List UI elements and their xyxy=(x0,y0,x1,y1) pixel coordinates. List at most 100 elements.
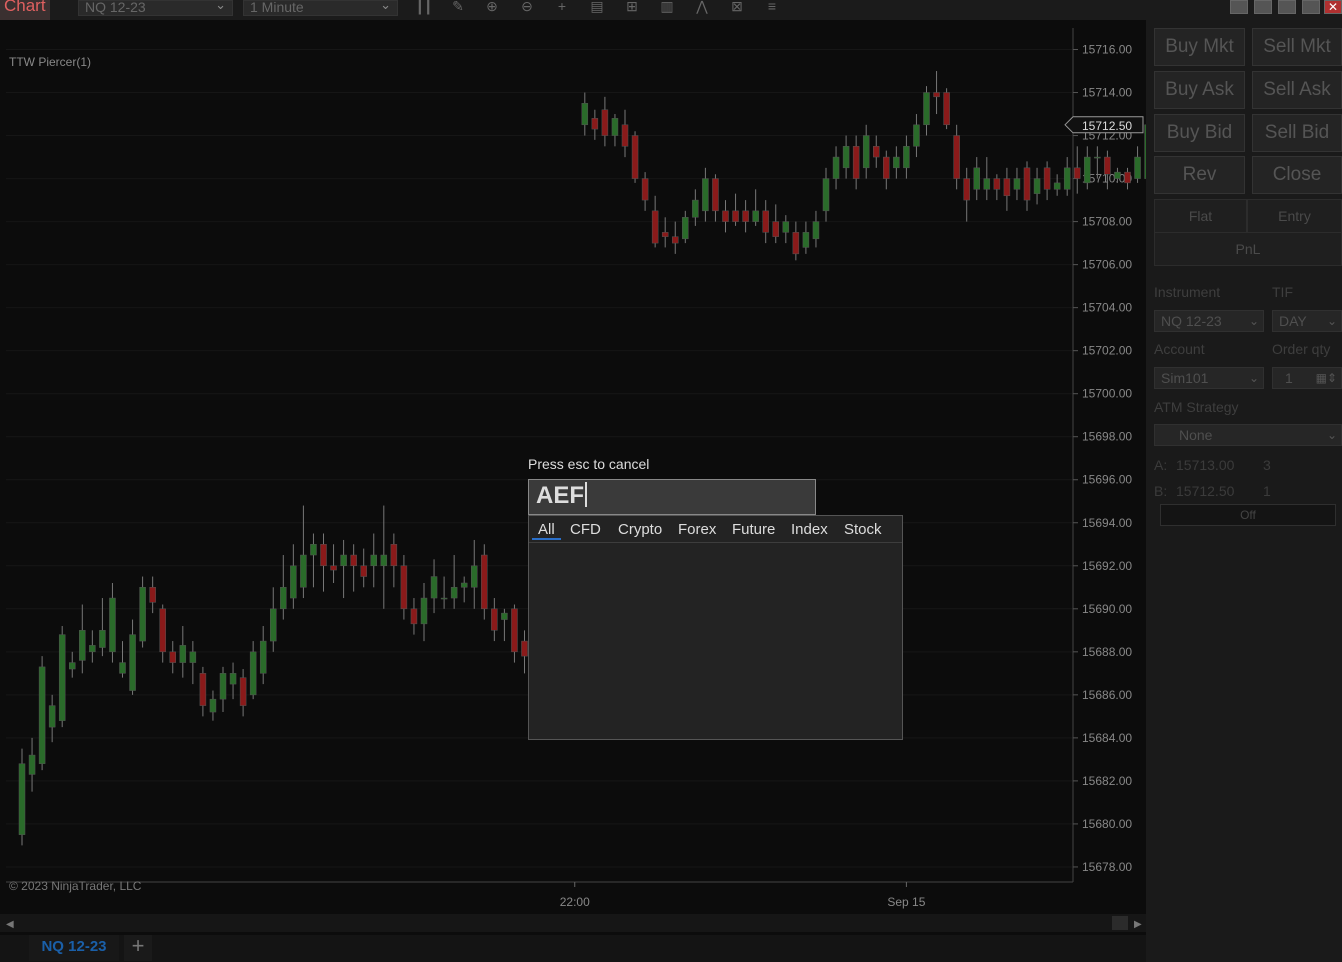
filter-tab-crypto[interactable]: Crypto xyxy=(618,521,662,538)
candle-up xyxy=(48,705,56,728)
candle-up xyxy=(139,587,146,642)
filter-tab-forex[interactable]: Forex xyxy=(678,521,716,538)
bid-label: B: xyxy=(1154,483,1168,499)
top-toolbar: Chart NQ 12-23 ⌄ 1 Minute ⌄ ┃┃ ✎ ⊕ ⊖ + ▤… xyxy=(0,0,1342,20)
candle-up xyxy=(189,651,197,663)
sell-mkt-button[interactable]: Sell Mkt xyxy=(1252,28,1342,66)
maximize-icon[interactable] xyxy=(1302,0,1320,14)
account-label: Account xyxy=(1154,341,1205,357)
candle-up xyxy=(179,645,187,663)
chevron-down-icon: ⌄ xyxy=(1248,314,1259,328)
candle-down xyxy=(953,135,960,179)
buy-bid-button[interactable]: Buy Bid xyxy=(1154,114,1245,152)
close-position-button[interactable]: Close xyxy=(1252,156,1342,194)
atm-strategy-label: ATM Strategy xyxy=(1154,399,1239,415)
esc-hint-text: Press esc to cancel xyxy=(528,456,650,472)
interval-selector[interactable]: 1 Minute ⌄ xyxy=(243,0,398,16)
bid-size: 1 xyxy=(1263,483,1271,499)
search-input-value: AEF xyxy=(536,482,584,509)
chart-panel[interactable]: 15716.00 15714.00 15712.00 15710.00 15708.00… xyxy=(0,20,1146,935)
filter-tab-stock[interactable]: Stock xyxy=(844,521,882,538)
data-box-icon[interactable]: ▤ xyxy=(588,0,606,14)
filter-tab-cfd[interactable]: CFD xyxy=(570,521,601,538)
position-pnl: PnL xyxy=(1154,232,1342,266)
candle-up xyxy=(270,608,277,642)
candle-up xyxy=(1013,178,1021,190)
tif-label: TIF xyxy=(1272,284,1293,300)
zoom-in-icon[interactable]: ⊕ xyxy=(483,0,501,14)
horizontal-scrollbar xyxy=(0,914,1146,932)
candle-down xyxy=(481,554,488,610)
active-filter-underline xyxy=(532,538,561,540)
sell-bid-button[interactable]: Sell Bid xyxy=(1252,114,1342,152)
zoom-out-icon[interactable]: ⊖ xyxy=(518,0,536,14)
candle-up xyxy=(913,124,920,147)
candle-down xyxy=(199,673,207,706)
candle-down xyxy=(732,210,739,222)
filter-tab-future[interactable]: Future xyxy=(732,521,775,538)
instrument-selector[interactable]: NQ 12-23 ⌄ xyxy=(78,0,233,16)
candle-down xyxy=(169,651,176,663)
properties-list-icon[interactable]: ≡ xyxy=(763,0,781,14)
order-qty-stepper[interactable]: 1 ▦ ⇕ xyxy=(1272,367,1342,389)
time-tick-label: 22:00 xyxy=(560,895,590,909)
filter-tab-all[interactable]: All xyxy=(538,521,555,538)
order-qty-value: 1 xyxy=(1285,370,1293,386)
scroll-thumb xyxy=(1112,916,1128,930)
chart-tab-bar: NQ 12-23 + xyxy=(0,935,1146,962)
candle-down xyxy=(742,210,749,222)
time-tick-label: Sep 15 xyxy=(887,895,925,909)
indicators-icon[interactable]: ▥ xyxy=(658,0,676,14)
reverse-button[interactable]: Rev xyxy=(1154,156,1245,194)
account-dropdown[interactable]: Sim101 ⌄ xyxy=(1154,367,1264,389)
instrument-dropdown[interactable]: NQ 12-23 ⌄ xyxy=(1154,310,1264,332)
tif-dropdown[interactable]: DAY ⌄ xyxy=(1272,310,1342,332)
candle-down xyxy=(1003,178,1011,197)
window-layout-icon[interactable] xyxy=(1230,0,1248,14)
calculator-icon[interactable]: ▦ xyxy=(1316,368,1327,388)
tab-nq[interactable]: NQ 12-23 xyxy=(29,935,119,961)
candle-up xyxy=(229,673,237,685)
buy-ask-button[interactable]: Buy Ask xyxy=(1154,71,1245,109)
candle-up xyxy=(752,210,759,222)
candle-down xyxy=(772,221,779,237)
candle-up xyxy=(581,103,589,126)
filter-tab-index[interactable]: Index xyxy=(791,521,828,538)
atm-strategy-dropdown[interactable]: None ⌄ xyxy=(1154,424,1342,446)
price-tick-label: 15704.00 xyxy=(1082,301,1132,315)
candle-down xyxy=(963,178,970,201)
bars-type-icon[interactable]: ┃┃ xyxy=(415,0,433,14)
price-tick-label: 15714.00 xyxy=(1082,86,1132,100)
window-link-icon[interactable] xyxy=(1254,0,1272,14)
instrument-search-input[interactable]: AEF xyxy=(528,479,816,515)
off-toggle-button[interactable]: Off xyxy=(1160,504,1336,526)
candle-up xyxy=(1063,167,1071,190)
close-icon[interactable]: ✕ xyxy=(1324,0,1342,14)
templates-icon[interactable]: ⊠ xyxy=(728,0,746,14)
price-tick-label: 15690.00 xyxy=(1082,602,1132,616)
drawing-tools-icon[interactable]: ⋀ xyxy=(693,0,711,14)
candle-down xyxy=(1074,167,1081,179)
chevron-down-icon: ⌄ xyxy=(1248,371,1259,385)
buy-mkt-button[interactable]: Buy Mkt xyxy=(1154,28,1245,66)
crosshair-icon[interactable]: + xyxy=(553,0,571,14)
candle-down xyxy=(661,232,669,237)
instrument-label: Instrument xyxy=(1154,284,1221,300)
price-chart[interactable]: 15716.0015714.0015712.0015710.0015708.00… xyxy=(0,20,1146,935)
candle-down xyxy=(1124,171,1131,184)
stepper-arrows-icon[interactable]: ⇕ xyxy=(1327,368,1337,388)
candle-up xyxy=(692,199,699,218)
candle-down xyxy=(159,608,166,653)
price-tick-label: 15684.00 xyxy=(1082,731,1132,745)
price-tick-label: 15678.00 xyxy=(1082,860,1132,874)
strategy-icon[interactable]: ⊞ xyxy=(623,0,641,14)
add-tab-button[interactable]: + xyxy=(124,935,152,961)
last-price-label: 15712.50 xyxy=(1082,119,1132,133)
sell-ask-button[interactable]: Sell Ask xyxy=(1252,71,1342,109)
candle-down xyxy=(1104,156,1111,175)
candle-up xyxy=(440,597,448,600)
pencil-draw-icon[interactable]: ✎ xyxy=(449,0,467,14)
order-qty-label: Order qty xyxy=(1272,341,1331,357)
candle-up xyxy=(1094,156,1101,159)
minimize-icon[interactable] xyxy=(1278,0,1296,14)
